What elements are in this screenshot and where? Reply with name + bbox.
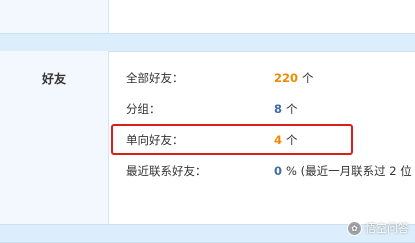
stat-value[interactable]: 8: [274, 101, 282, 117]
highlight-box: [111, 124, 353, 155]
content-column-top: [109, 0, 415, 33]
section-title: 好友: [41, 72, 66, 86]
stat-value[interactable]: 0: [274, 163, 282, 179]
stat-unit: 个: [302, 71, 314, 85]
stat-label: 最近联系好友：: [126, 164, 207, 178]
label-column-top: [0, 0, 109, 33]
stat-label: 全部好友：: [126, 71, 184, 85]
watermark-text: 悟空问答: [365, 222, 409, 235]
stat-value[interactable]: 220: [274, 70, 298, 86]
stat-unit: % (最近一月联系过 2 位: [286, 164, 412, 178]
stat-unit: 个: [286, 102, 298, 116]
watermark: ✿ 悟空问答: [347, 220, 409, 236]
section-divider-top: [0, 33, 415, 52]
stat-label: 分组：: [126, 102, 161, 116]
wukong-logo-icon: ✿: [347, 220, 362, 236]
